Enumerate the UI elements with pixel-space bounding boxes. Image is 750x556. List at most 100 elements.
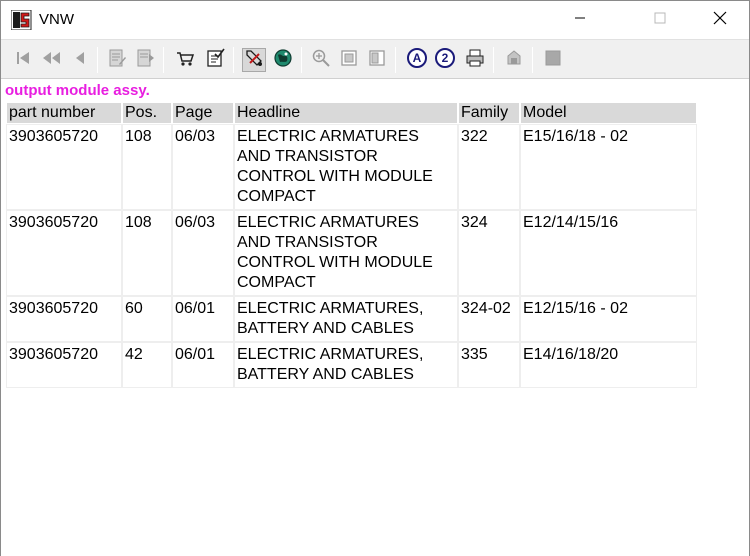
- part-number-cell: 3903605720: [6, 342, 122, 388]
- family-cell: 324-02: [458, 296, 520, 342]
- pos-cell: 42: [122, 342, 172, 388]
- pos-cell: 108: [122, 124, 172, 210]
- globe-button[interactable]: [271, 48, 295, 72]
- headline-line: ELECTRIC ARMATURES: [237, 214, 419, 231]
- fit-width-icon: [367, 48, 387, 73]
- table-row[interactable]: 3903605720 60 06/01 ELECTRIC ARMATURES, …: [6, 296, 697, 342]
- globe-icon: [273, 48, 293, 73]
- column-header-headline[interactable]: Headline: [235, 103, 457, 123]
- column-header-family[interactable]: Family: [459, 103, 519, 123]
- toolbar-separator: [233, 47, 234, 73]
- headline-line: COMPACT: [237, 274, 316, 291]
- stop-icon: [543, 48, 563, 73]
- zoom-in-button[interactable]: [309, 48, 333, 72]
- previous-many-icon: [41, 49, 61, 72]
- previous-icon: [70, 49, 88, 72]
- fit-width-button[interactable]: [365, 48, 389, 72]
- table-row[interactable]: 3903605720 108 06/03 ELECTRIC ARMATURES …: [6, 210, 697, 296]
- search-a-button[interactable]: A: [405, 47, 429, 74]
- part-number-cell: 3903605720: [6, 124, 122, 210]
- headline-link[interactable]: ELECTRIC ARMATURES, BATTERY AND CABLES: [234, 342, 458, 388]
- print-button[interactable]: [463, 48, 487, 72]
- content-area: output module assy. part number Pos. Pag…: [1, 80, 749, 556]
- headline-line: ELECTRIC ARMATURES,: [237, 300, 424, 317]
- family-cell: 322: [458, 124, 520, 210]
- previous-button[interactable]: [67, 48, 91, 72]
- fit-page-button[interactable]: [337, 48, 361, 72]
- table-header-row: part number Pos. Page Headline Family Mo…: [7, 103, 696, 123]
- title-bar: VNW: [1, 1, 749, 39]
- part-description-heading: output module assy.: [5, 82, 150, 99]
- page-cell: 06/01: [172, 296, 234, 342]
- search-a-icon: A: [406, 47, 428, 74]
- toolbar-separator: [532, 47, 533, 73]
- headline-link[interactable]: ELECTRIC ARMATURES AND TRANSISTOR CONTRO…: [234, 210, 458, 296]
- toolbar-separator: [395, 47, 396, 73]
- headline-line: ELECTRIC ARMATURES,: [237, 346, 424, 363]
- pos-cell: 60: [122, 296, 172, 342]
- app-window: VNW A 2 output module assy. part number …: [0, 0, 750, 556]
- pos-cell: 108: [122, 210, 172, 296]
- previous-many-button[interactable]: [39, 48, 63, 72]
- toolbar-separator: [163, 47, 164, 73]
- cart-button[interactable]: [173, 48, 197, 72]
- headline-line: AND TRANSISTOR: [237, 234, 378, 251]
- close-button[interactable]: [697, 1, 743, 39]
- table-row[interactable]: 3903605720 42 06/01 ELECTRIC ARMATURES, …: [6, 342, 697, 388]
- print-icon: [465, 48, 485, 73]
- close-icon: [713, 11, 727, 30]
- column-header-part-number[interactable]: part number: [7, 103, 121, 123]
- part-number-cell: 3903605720: [6, 296, 122, 342]
- next-document-button[interactable]: [133, 48, 157, 72]
- page-cell: 06/03: [172, 124, 234, 210]
- checklist-button[interactable]: [203, 48, 227, 72]
- search-2-button[interactable]: 2: [433, 47, 457, 74]
- model-cell: E15/16/18 - 02: [520, 124, 697, 210]
- headline-line: COMPACT: [237, 188, 316, 205]
- maximize-icon: [654, 11, 666, 29]
- stamp-icon: [504, 48, 524, 73]
- family-cell: 335: [458, 342, 520, 388]
- edit-document-icon: [107, 48, 127, 73]
- column-header-page[interactable]: Page: [173, 103, 233, 123]
- model-cell: E14/16/18/20: [520, 342, 697, 388]
- next-document-icon: [135, 48, 155, 73]
- parts-table: part number Pos. Page Headline Family Mo…: [5, 101, 698, 389]
- svg-text:A: A: [413, 51, 422, 65]
- headline-line: CONTROL WITH MODULE: [237, 254, 433, 271]
- first-page-button[interactable]: [11, 48, 35, 72]
- headline-link[interactable]: ELECTRIC ARMATURES AND TRANSISTOR CONTRO…: [234, 124, 458, 210]
- vnw-app-icon: [10, 9, 33, 31]
- headline-link[interactable]: ELECTRIC ARMATURES, BATTERY AND CABLES: [234, 296, 458, 342]
- model-cell: E12/14/15/16: [520, 210, 697, 296]
- column-header-model[interactable]: Model: [521, 103, 696, 123]
- svg-text:2: 2: [442, 51, 449, 65]
- minimize-button[interactable]: [557, 1, 603, 39]
- model-cell: E12/15/16 - 02: [520, 296, 697, 342]
- first-page-icon: [14, 49, 32, 72]
- maximize-button[interactable]: [637, 1, 683, 39]
- edit-document-button[interactable]: [105, 48, 129, 72]
- fit-page-icon: [339, 48, 359, 73]
- column-header-pos[interactable]: Pos.: [123, 103, 171, 123]
- family-cell: 324: [458, 210, 520, 296]
- headline-line: ELECTRIC ARMATURES: [237, 128, 419, 145]
- part-number-cell: 3903605720: [6, 210, 122, 296]
- cart-icon: [175, 48, 195, 73]
- toolbar: A 2: [1, 39, 749, 79]
- toolbar-separator: [493, 47, 494, 73]
- headline-line: CONTROL WITH MODULE: [237, 168, 433, 185]
- pen-tool-button[interactable]: [242, 48, 266, 72]
- stop-button[interactable]: [541, 48, 565, 72]
- headline-line: AND TRANSISTOR: [237, 148, 378, 165]
- headline-line: BATTERY AND CABLES: [237, 320, 414, 337]
- window-title: VNW: [39, 11, 74, 28]
- checklist-icon: [205, 48, 225, 73]
- pen-tool-icon: [244, 48, 264, 73]
- page-cell: 06/03: [172, 210, 234, 296]
- table-row[interactable]: 3903605720 108 06/03 ELECTRIC ARMATURES …: [6, 124, 697, 210]
- stamp-button[interactable]: [502, 48, 526, 72]
- search-2-icon: 2: [434, 47, 456, 74]
- headline-line: BATTERY AND CABLES: [237, 366, 414, 383]
- toolbar-separator: [97, 47, 98, 73]
